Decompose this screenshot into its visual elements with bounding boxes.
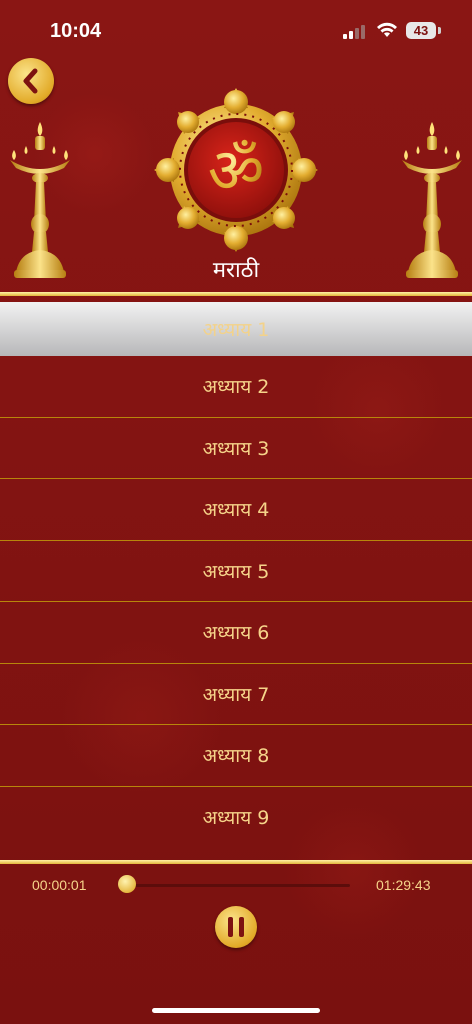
list-item-chapter-1[interactable]: अध्याय 1 xyxy=(0,302,472,356)
chapter-label: अध्याय 1 xyxy=(202,319,270,341)
chapter-label: अध्याय 6 xyxy=(202,622,270,645)
pause-button[interactable] xyxy=(215,906,257,948)
list-item-chapter-9[interactable]: अध्याय 9 xyxy=(0,787,472,849)
list-item-chapter-4[interactable]: अध्याय 4 xyxy=(0,479,472,541)
current-time: 00:00:01 xyxy=(32,877,87,893)
battery-tip xyxy=(438,27,441,34)
list-item-chapter-5[interactable]: अध्याय 5 xyxy=(0,541,472,602)
seek-track[interactable] xyxy=(124,884,350,887)
list-item-chapter-2[interactable]: अध्याय 2 xyxy=(0,356,472,418)
list-item-chapter-3[interactable]: अध्याय 3 xyxy=(0,418,472,479)
seek-slider-thumb[interactable] xyxy=(118,875,136,893)
status-time: 10:04 xyxy=(50,20,102,42)
chapter-label: अध्याय 8 xyxy=(202,745,270,768)
header-divider xyxy=(0,292,472,296)
chapter-label: अध्याय 4 xyxy=(202,499,270,522)
list-item-chapter-6[interactable]: अध्याय 6 xyxy=(0,602,472,664)
svg-text:ॐ: ॐ xyxy=(208,134,265,207)
player-divider xyxy=(0,860,472,864)
back-button[interactable] xyxy=(8,58,54,104)
om-icon: ॐ xyxy=(154,88,318,252)
battery-icon: 43 xyxy=(406,22,436,39)
list-item-chapter-8[interactable]: अध्याय 8 xyxy=(0,725,472,787)
audio-player: 00:00:01 01:29:43 xyxy=(0,866,472,1024)
chapter-list[interactable]: अध्याय 1 अध्याय 2 अध्याय 3 अध्याय 4 अध्य… xyxy=(0,300,472,860)
chapter-label: अध्याय 5 xyxy=(202,560,270,583)
chapter-label: अध्याय 3 xyxy=(202,437,270,460)
total-time: 01:29:43 xyxy=(376,877,431,893)
chapter-label: अध्याय 7 xyxy=(202,683,270,706)
chevron-left-icon xyxy=(23,68,38,94)
cellular-signal-icon xyxy=(343,25,369,39)
status-bar: 10:04 43 xyxy=(0,0,472,60)
wifi-icon xyxy=(377,22,397,37)
chapter-label: अध्याय 2 xyxy=(202,376,270,399)
chapter-label: अध्याय 9 xyxy=(202,807,270,830)
list-item-chapter-7[interactable]: अध्याय 7 xyxy=(0,664,472,725)
home-indicator[interactable] xyxy=(152,1008,320,1013)
page-title: मराठी xyxy=(212,258,260,283)
